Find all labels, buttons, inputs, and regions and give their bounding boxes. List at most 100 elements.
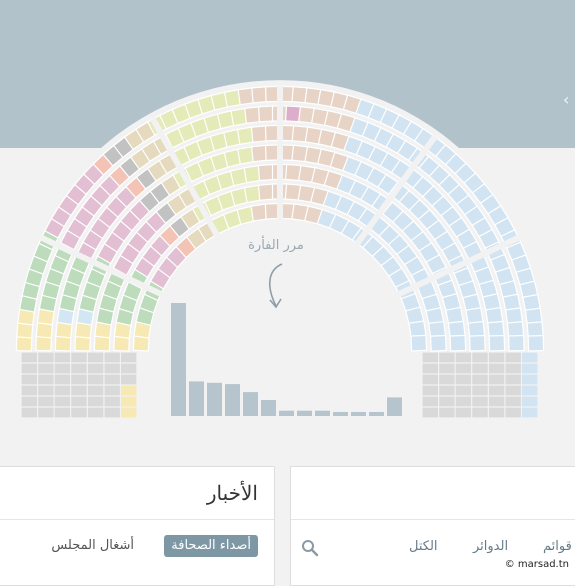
- grid-seat: [455, 374, 472, 385]
- grid-seat: [21, 385, 37, 396]
- filter-lists[interactable]: قوائم: [543, 539, 572, 554]
- grid-seat: [455, 396, 472, 407]
- tab-council-work[interactable]: أشغال المجلس: [51, 538, 134, 553]
- grid-seat: [87, 363, 104, 374]
- seat: [429, 334, 447, 352]
- grid-seat: [38, 407, 54, 418]
- grid-seat: [455, 385, 472, 396]
- grid-seat: [422, 385, 438, 396]
- grid-seat: [505, 385, 521, 396]
- grid-seat: [505, 374, 521, 385]
- grid-seat: [121, 374, 137, 385]
- grid-seat: [87, 385, 104, 396]
- histogram-bar: [369, 412, 384, 416]
- grid-seat: [21, 352, 37, 363]
- grid-seat: [422, 363, 438, 374]
- grid-seat: [522, 396, 538, 407]
- grid-seat: [104, 363, 120, 374]
- grid-seat: [439, 407, 455, 418]
- histogram-bar: [171, 303, 186, 416]
- grid-seat: [522, 352, 538, 363]
- grid-seat: [472, 352, 488, 363]
- filter-districts[interactable]: الدوائر: [473, 539, 508, 554]
- grid-seat: [54, 352, 71, 363]
- grid-seat: [87, 407, 104, 418]
- grid-seat: [439, 352, 455, 363]
- histogram-bar: [279, 410, 294, 416]
- search-icon[interactable]: [301, 539, 319, 557]
- grid-seat: [488, 363, 505, 374]
- grid-seat: [104, 385, 120, 396]
- grid-seat: [472, 385, 488, 396]
- grid-seat: [54, 363, 71, 374]
- seat: [469, 334, 486, 352]
- seat: [449, 334, 467, 352]
- grid-seat: [439, 396, 455, 407]
- grid-seat: [21, 374, 37, 385]
- grid-seat: [121, 352, 137, 363]
- grid-seat: [38, 363, 54, 374]
- tab-press-echoes[interactable]: أصداء الصحافة: [164, 535, 258, 557]
- histogram-bar: [351, 412, 366, 416]
- grid-seat: [439, 374, 455, 385]
- grid-seat: [104, 352, 120, 363]
- grid-seat: [422, 407, 438, 418]
- grid-seat: [38, 385, 54, 396]
- grid-seat: [472, 363, 488, 374]
- histogram-bar: [207, 382, 222, 416]
- grid-seat: [488, 385, 505, 396]
- grid-seat: [472, 396, 488, 407]
- grid-seat: [71, 396, 87, 407]
- grid-seat: [422, 374, 438, 385]
- grid-seat: [87, 352, 104, 363]
- grid-seat: [121, 363, 137, 374]
- seat-grid-layer: [21, 352, 538, 418]
- grid-seat: [71, 407, 87, 418]
- grid-seat: [21, 407, 37, 418]
- curved-arrow-down-icon: [269, 263, 283, 309]
- histogram-bar: [333, 412, 348, 416]
- grid-seat: [505, 363, 521, 374]
- grid-seat: [104, 396, 120, 407]
- grid-seat: [472, 374, 488, 385]
- grid-seat: [422, 352, 438, 363]
- histogram-bar: [225, 384, 240, 416]
- seat: [410, 334, 428, 352]
- grid-seat: [522, 363, 538, 374]
- seat: [527, 334, 545, 352]
- grid-seat: [455, 363, 472, 374]
- grid-seat: [21, 396, 37, 407]
- grid-seat: [38, 352, 54, 363]
- hemicycle-chart[interactable]: [0, 0, 575, 465]
- grid-seat: [71, 374, 87, 385]
- grid-seat: [104, 374, 120, 385]
- histogram-bar: [297, 410, 312, 416]
- grid-seat: [472, 407, 488, 418]
- grid-seat: [522, 385, 538, 396]
- grid-seat: [21, 363, 37, 374]
- grid-seat: [54, 385, 71, 396]
- histogram-bar: [243, 392, 258, 416]
- grid-seat: [54, 374, 71, 385]
- histogram-bar: [261, 400, 276, 416]
- grid-seat: [87, 396, 104, 407]
- grid-seat: [54, 396, 71, 407]
- grid-seat: [71, 363, 87, 374]
- filter-blocs[interactable]: الكتل: [409, 539, 438, 554]
- hover-hint: مرر الفأرة: [248, 238, 304, 253]
- grid-seat: [71, 385, 87, 396]
- grid-seat: [439, 385, 455, 396]
- grid-seat: [505, 396, 521, 407]
- grid-seat: [505, 352, 521, 363]
- grid-seat: [87, 374, 104, 385]
- search-divider: [291, 519, 575, 520]
- grid-seat: [488, 396, 505, 407]
- grid-seat: [522, 374, 538, 385]
- histogram-bar: [315, 410, 330, 416]
- grid-seat: [121, 385, 137, 396]
- seat: [508, 334, 525, 352]
- grid-seat: [488, 352, 505, 363]
- grid-seat: [121, 407, 137, 418]
- grid-seat: [505, 407, 521, 418]
- grid-seat: [121, 396, 137, 407]
